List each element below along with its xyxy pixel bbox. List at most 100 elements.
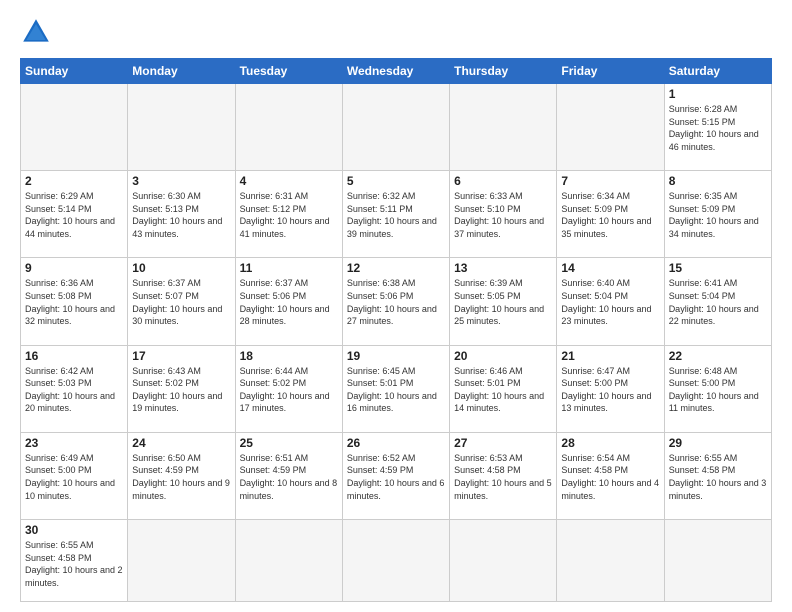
day-number: 1 (669, 87, 767, 101)
day-number: 30 (25, 523, 123, 537)
table-row: 29 Sunrise: 6:55 AM Sunset: 4:58 PM Dayli… (664, 432, 771, 519)
day-info: Sunrise: 6:39 AM Sunset: 5:05 PM Dayligh… (454, 277, 552, 327)
day-info: Sunrise: 6:29 AM Sunset: 5:14 PM Dayligh… (25, 190, 123, 240)
table-row: 25Sunrise: 6:51 AM Sunset: 4:59 PM Dayli… (235, 432, 342, 519)
logo (20, 16, 56, 48)
day-number: 5 (347, 174, 445, 188)
table-row: 4 Sunrise: 6:31 AM Sunset: 5:12 PM Daylig… (235, 171, 342, 258)
day-header-wednesday: Wednesday (342, 59, 449, 84)
page: SundayMondayTuesdayWednesdayThursdayFrid… (0, 0, 792, 612)
day-number: 4 (240, 174, 338, 188)
day-info: Sunrise: 6:52 AM Sunset: 4:59 PM Dayligh… (347, 452, 445, 502)
day-info: Sunrise: 6:46 AM Sunset: 5:01 PM Dayligh… (454, 365, 552, 415)
table-row (557, 84, 664, 171)
table-row (342, 519, 449, 601)
table-row: 13 Sunrise: 6:39 AM Sunset: 5:05 PM Dayli… (450, 258, 557, 345)
table-row (450, 84, 557, 171)
day-info: Sunrise: 6:41 AM Sunset: 5:04 PM Dayligh… (669, 277, 767, 327)
day-info: Sunrise: 6:48 AM Sunset: 5:00 PM Dayligh… (669, 365, 767, 415)
day-number: 22 (669, 349, 767, 363)
day-info: Sunrise: 6:54 AM Sunset: 4:58 PM Dayligh… (561, 452, 659, 502)
day-number: 9 (25, 261, 123, 275)
table-row: 11 Sunrise: 6:37 AM Sunset: 5:06 PM Dayli… (235, 258, 342, 345)
day-number: 7 (561, 174, 659, 188)
table-row: 22 Sunrise: 6:48 AM Sunset: 5:00 PM Dayli… (664, 345, 771, 432)
table-row (128, 519, 235, 601)
table-row: 23 Sunrise: 6:49 AM Sunset: 5:00 PM Dayli… (21, 432, 128, 519)
table-row: 24 Sunrise: 6:50 AM Sunset: 4:59 PM Dayli… (128, 432, 235, 519)
table-row: 2 Sunrise: 6:29 AM Sunset: 5:14 PM Daylig… (21, 171, 128, 258)
day-number: 24 (132, 436, 230, 450)
day-number: 2 (25, 174, 123, 188)
table-row: 26 Sunrise: 6:52 AM Sunset: 4:59 PM Dayli… (342, 432, 449, 519)
day-header-tuesday: Tuesday (235, 59, 342, 84)
day-info: Sunrise: 6:50 AM Sunset: 4:59 PM Dayligh… (132, 452, 230, 502)
day-number: 29 (669, 436, 767, 450)
day-number: 6 (454, 174, 552, 188)
calendar-table: SundayMondayTuesdayWednesdayThursdayFrid… (20, 58, 772, 602)
day-info: Sunrise: 6:37 AM Sunset: 5:07 PM Dayligh… (132, 277, 230, 327)
day-info: Sunrise: 6:44 AM Sunset: 5:02 PM Dayligh… (240, 365, 338, 415)
day-number: 11 (240, 261, 338, 275)
day-info: Sunrise: 6:45 AM Sunset: 5:01 PM Dayligh… (347, 365, 445, 415)
day-info: Sunrise: 6:43 AM Sunset: 5:02 PM Dayligh… (132, 365, 230, 415)
day-header-monday: Monday (128, 59, 235, 84)
day-header-saturday: Saturday (664, 59, 771, 84)
day-info: Sunrise: 6:42 AM Sunset: 5:03 PM Dayligh… (25, 365, 123, 415)
day-info: Sunrise: 6:37 AM Sunset: 5:06 PM Dayligh… (240, 277, 338, 327)
day-number: 20 (454, 349, 552, 363)
day-info: Sunrise: 6:47 AM Sunset: 5:00 PM Dayligh… (561, 365, 659, 415)
table-row: 9 Sunrise: 6:36 AM Sunset: 5:08 PM Daylig… (21, 258, 128, 345)
table-row: 10Sunrise: 6:37 AM Sunset: 5:07 PM Dayli… (128, 258, 235, 345)
day-info: Sunrise: 6:38 AM Sunset: 5:06 PM Dayligh… (347, 277, 445, 327)
header (20, 16, 772, 48)
day-number: 27 (454, 436, 552, 450)
table-row (21, 84, 128, 171)
day-number: 3 (132, 174, 230, 188)
table-row: 3 Sunrise: 6:30 AM Sunset: 5:13 PM Daylig… (128, 171, 235, 258)
day-number: 17 (132, 349, 230, 363)
day-number: 16 (25, 349, 123, 363)
table-row: 5 Sunrise: 6:32 AM Sunset: 5:11 PM Daylig… (342, 171, 449, 258)
day-number: 28 (561, 436, 659, 450)
table-row (664, 519, 771, 601)
table-row (235, 84, 342, 171)
table-row: 15 Sunrise: 6:41 AM Sunset: 5:04 PM Dayli… (664, 258, 771, 345)
day-info: Sunrise: 6:31 AM Sunset: 5:12 PM Dayligh… (240, 190, 338, 240)
day-info: Sunrise: 6:32 AM Sunset: 5:11 PM Dayligh… (347, 190, 445, 240)
table-row: 21 Sunrise: 6:47 AM Sunset: 5:00 PM Dayli… (557, 345, 664, 432)
day-header-thursday: Thursday (450, 59, 557, 84)
logo-icon (20, 16, 52, 48)
table-row (342, 84, 449, 171)
day-number: 23 (25, 436, 123, 450)
table-row: 17 Sunrise: 6:43 AM Sunset: 5:02 PM Dayli… (128, 345, 235, 432)
table-row: 1Sunrise: 6:28 AM Sunset: 5:15 PM Daylig… (664, 84, 771, 171)
day-number: 26 (347, 436, 445, 450)
table-row (128, 84, 235, 171)
day-number: 19 (347, 349, 445, 363)
day-number: 25 (240, 436, 338, 450)
table-row: 8Sunrise: 6:35 AM Sunset: 5:09 PM Daylig… (664, 171, 771, 258)
table-row: 16 Sunrise: 6:42 AM Sunset: 5:03 PM Dayli… (21, 345, 128, 432)
day-number: 21 (561, 349, 659, 363)
day-info: Sunrise: 6:53 AM Sunset: 4:58 PM Dayligh… (454, 452, 552, 502)
table-row: 19 Sunrise: 6:45 AM Sunset: 5:01 PM Dayli… (342, 345, 449, 432)
day-header-friday: Friday (557, 59, 664, 84)
day-info: Sunrise: 6:40 AM Sunset: 5:04 PM Dayligh… (561, 277, 659, 327)
day-info: Sunrise: 6:34 AM Sunset: 5:09 PM Dayligh… (561, 190, 659, 240)
table-row: 7 Sunrise: 6:34 AM Sunset: 5:09 PM Daylig… (557, 171, 664, 258)
table-row: 27 Sunrise: 6:53 AM Sunset: 4:58 PM Dayli… (450, 432, 557, 519)
day-info: Sunrise: 6:30 AM Sunset: 5:13 PM Dayligh… (132, 190, 230, 240)
day-number: 8 (669, 174, 767, 188)
day-number: 15 (669, 261, 767, 275)
day-info: Sunrise: 6:55 AM Sunset: 4:58 PM Dayligh… (25, 539, 123, 589)
table-row (450, 519, 557, 601)
day-info: Sunrise: 6:36 AM Sunset: 5:08 PM Dayligh… (25, 277, 123, 327)
day-number: 13 (454, 261, 552, 275)
day-info: Sunrise: 6:55 AM Sunset: 4:58 PM Dayligh… (669, 452, 767, 502)
day-number: 18 (240, 349, 338, 363)
table-row: 20 Sunrise: 6:46 AM Sunset: 5:01 PM Dayli… (450, 345, 557, 432)
day-info: Sunrise: 6:49 AM Sunset: 5:00 PM Dayligh… (25, 452, 123, 502)
day-number: 12 (347, 261, 445, 275)
day-header-sunday: Sunday (21, 59, 128, 84)
